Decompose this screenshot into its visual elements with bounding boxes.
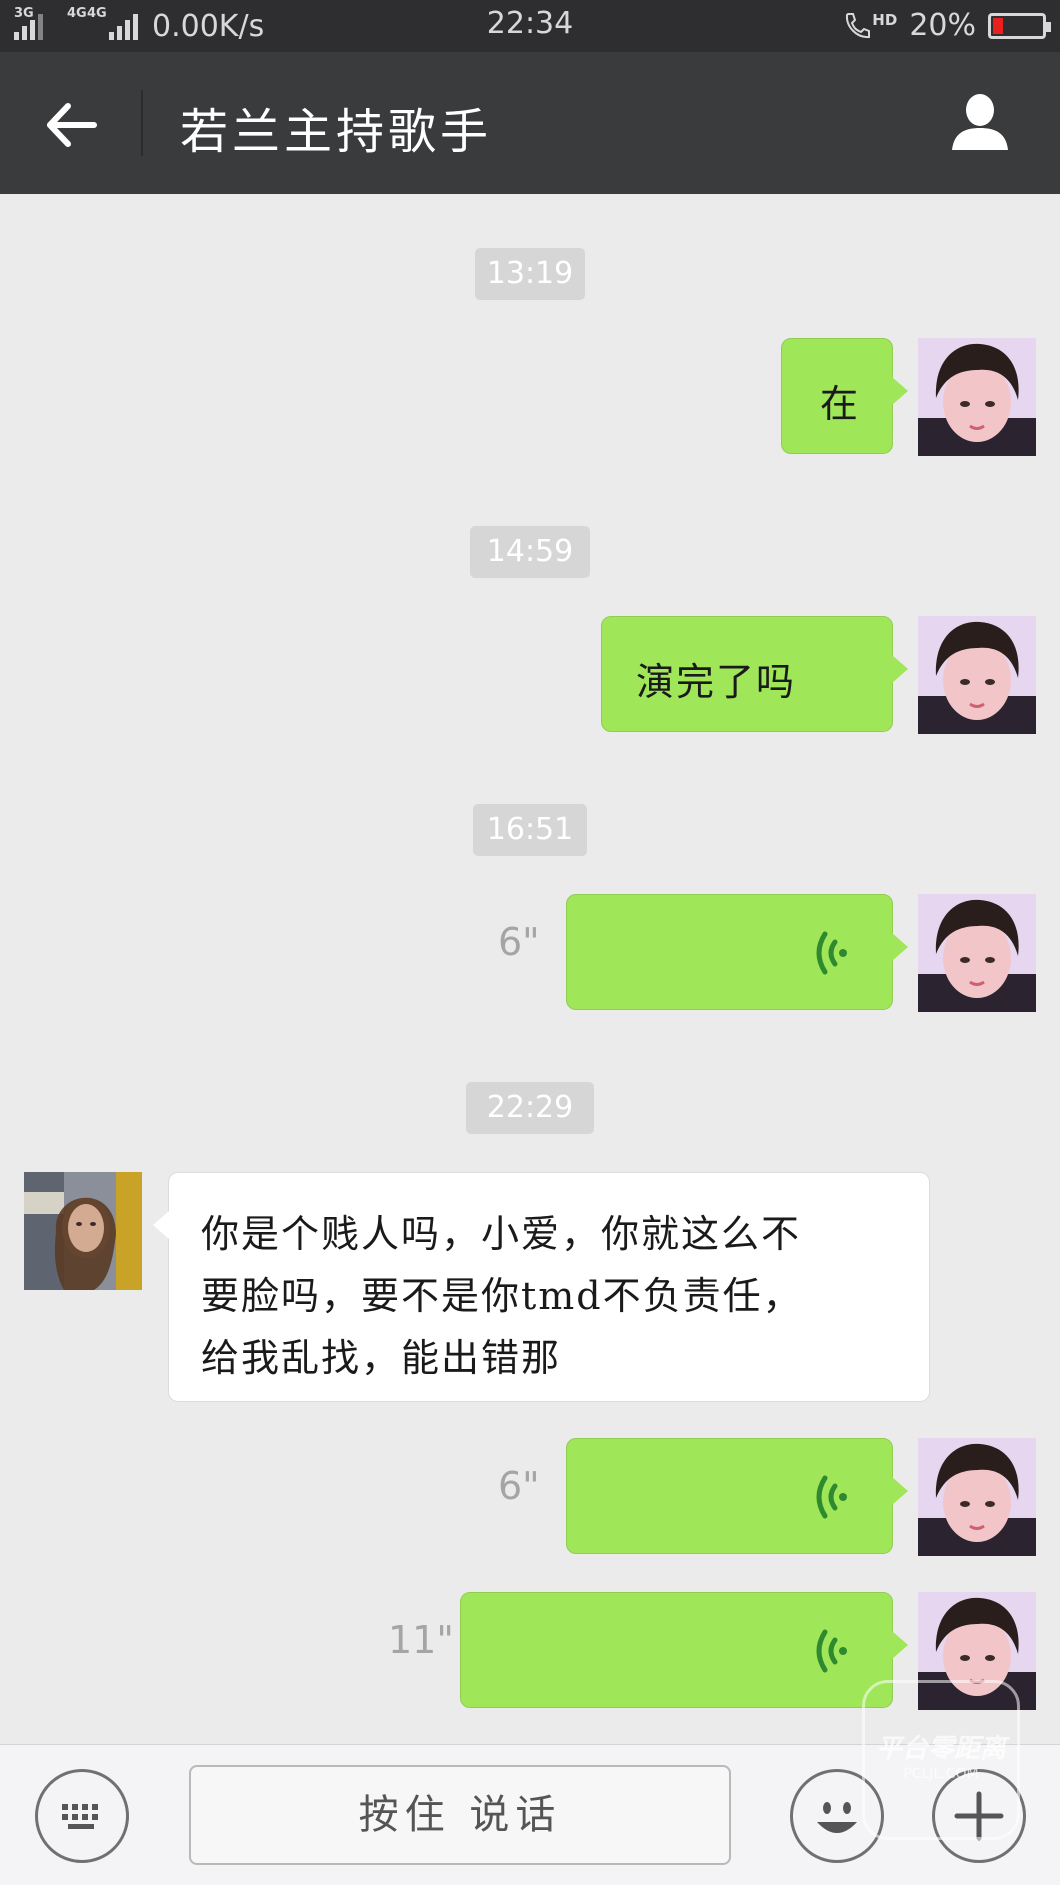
status-right: HD 20% [842,8,1051,43]
watermark-logo: 平台零距离 [875,1734,1006,1764]
battery-icon [988,12,1051,39]
voice-duration: 6" [498,1464,540,1508]
voice-duration: 11" [388,1618,454,1662]
keyboard-icon [62,1804,98,1829]
hd-call-icon: HD [842,11,897,41]
voice-message-bubble[interactable] [460,1592,908,1708]
keyboard-toggle-button[interactable] [35,1769,129,1863]
avatar-photo [918,616,1036,734]
message-text: 演完了吗 [636,660,797,704]
message-bubble-sent[interactable]: 演完了吗 [601,616,908,732]
voice-wave-icon [816,1475,847,1519]
avatar-photo [918,338,1036,456]
my-avatar[interactable] [918,338,1036,456]
watermark-url: PCLJL.COM [903,1766,979,1782]
message-line: 要脸吗，要不是你tmd不负责任， [201,1274,803,1318]
status-bar: 3G 4G 4G 0.00K/s 22:34 HD 20% [0,0,1060,52]
chat-title: 若兰主持歌手 [180,104,493,160]
my-avatar[interactable] [918,616,1036,734]
avatar-photo [918,894,1036,1012]
back-arrow-icon [47,103,97,147]
message-bubble-received[interactable]: 你是个贱人吗，小爱，你就这么不 要脸吗，要不是你tmd不负责任， 给我乱找，能出… [153,1172,930,1402]
back-button[interactable] [38,92,104,158]
header-divider [141,90,143,156]
voice-wave-icon [816,931,847,975]
message-bubble-sent[interactable]: 在 [781,338,908,454]
voice-wave-icon [816,1629,847,1673]
message-list[interactable]: 13:19 在 14:59 演完了吗 16:51 6" 22:29 你是个贱人吗… [0,194,1060,1744]
chat-header: 若兰主持歌手 [0,52,1060,194]
my-avatar[interactable] [918,1438,1036,1556]
timestamp: 22:29 [466,1082,594,1134]
message-text: 在 [820,382,861,426]
message-line: 你是个贱人吗，小爱，你就这么不 [201,1212,802,1256]
message-line: 给我乱找，能出错那 [201,1336,562,1380]
battery-level [993,17,1003,34]
my-avatar[interactable] [918,894,1036,1012]
timestamp: 16:51 [473,804,587,856]
timestamp: 14:59 [470,526,590,578]
avatar-photo [24,1172,142,1290]
avatar-photo [918,1438,1036,1556]
voice-message-bubble[interactable] [566,1438,908,1554]
battery-percent: 20% [909,8,976,43]
contact-avatar[interactable] [24,1172,142,1290]
voice-duration: 6" [498,920,540,964]
voice-message-bubble[interactable] [566,894,908,1010]
profile-button[interactable] [948,90,1012,154]
person-icon [952,94,1008,150]
hold-to-talk-button[interactable]: 按住 说话 [189,1765,731,1865]
timestamp: 13:19 [475,248,585,300]
